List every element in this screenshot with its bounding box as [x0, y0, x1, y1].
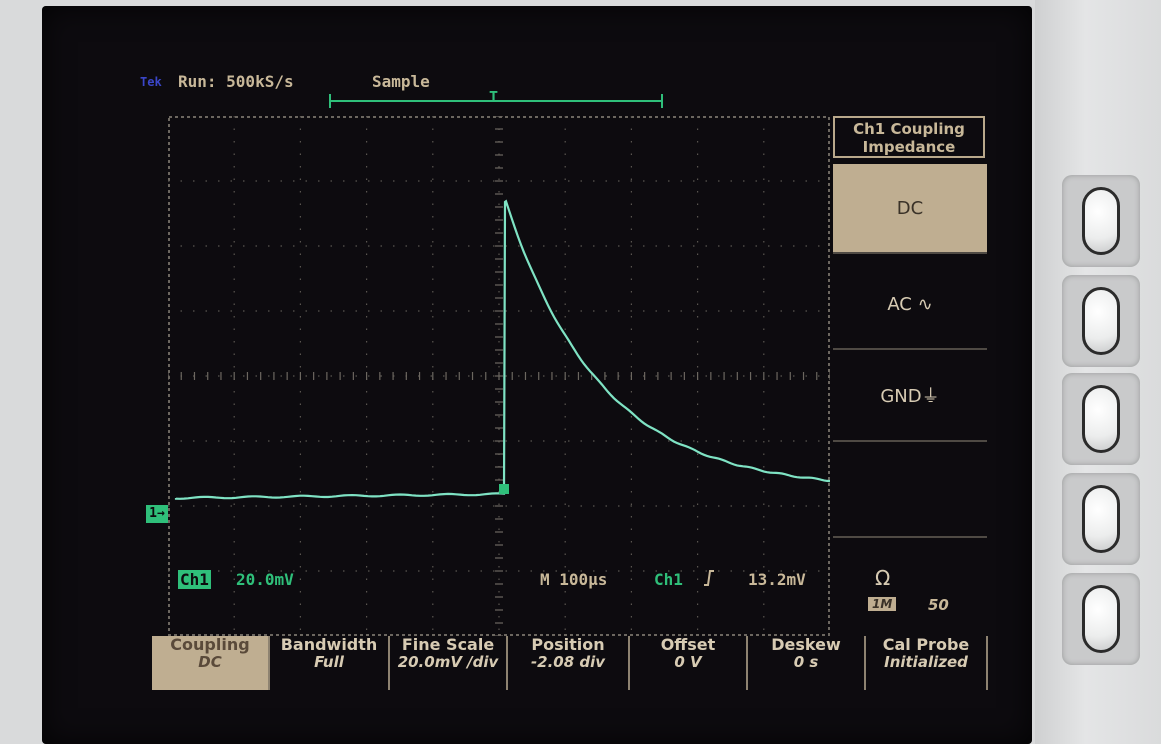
impedance-1m-tag[interactable]: 1M [868, 597, 897, 611]
menu-coupling-label: Coupling [170, 635, 250, 654]
side-menu-empty-slot [833, 446, 987, 538]
menu-position-label: Position [531, 635, 605, 654]
channel-1-ground-marker: 1→ [146, 505, 168, 523]
side-menu-title-line1: Ch1 Coupling [853, 120, 965, 138]
impedance-omega-icon[interactable]: Ω [875, 566, 890, 590]
menu-offset[interactable]: Offset 0 V [630, 636, 748, 690]
menu-deskew[interactable]: Deskew 0 s [748, 636, 866, 690]
menu-bandwidth-value: Full [314, 653, 344, 671]
trigger-source: Ch1 [654, 570, 683, 589]
coupling-ac-option[interactable]: AC ∿ [833, 260, 987, 350]
menu-offset-value: 0 V [674, 653, 702, 671]
menu-coupling-value: DC [198, 653, 222, 671]
channel-1-tag: Ch1 [178, 570, 211, 589]
menu-cal-probe-label: Cal Probe [882, 635, 970, 654]
side-menu-title-line2: Impedance [862, 138, 956, 156]
side-button-1[interactable] [1082, 187, 1120, 255]
timebase: M 100µs [540, 570, 608, 589]
volts-per-div: 20.0mV [236, 570, 294, 589]
side-button-5[interactable] [1082, 585, 1120, 653]
menu-cal-probe-value: Initialized [884, 653, 968, 671]
menu-fine-scale-label: Fine Scale [401, 635, 495, 654]
trigger-level: 13.2mV [748, 570, 806, 589]
record-bar-right-bracket [661, 94, 663, 108]
menu-deskew-value: 0 s [793, 653, 819, 671]
trigger-level-marker [499, 484, 509, 494]
tek-mode-indicator: Tek [140, 75, 162, 89]
menu-bandwidth[interactable]: Bandwidth Full [270, 636, 390, 690]
side-button-3[interactable] [1082, 385, 1120, 453]
menu-position[interactable]: Position -2.08 div [508, 636, 630, 690]
menu-coupling[interactable]: Coupling DC [152, 636, 270, 690]
side-menu-title: Ch1 Coupling Impedance [833, 116, 985, 158]
menu-deskew-label: Deskew [771, 635, 841, 654]
rising-edge-icon [703, 570, 715, 590]
impedance-50-option[interactable]: 50 [928, 596, 949, 614]
acquisition-mode: Sample [372, 72, 430, 91]
graticule [168, 116, 830, 636]
trigger-position-marker: T [489, 88, 499, 106]
menu-fine-scale[interactable]: Fine Scale 20.0mV /div [390, 636, 508, 690]
coupling-dc-option[interactable]: DC [833, 164, 987, 254]
side-button-4[interactable] [1082, 485, 1120, 553]
side-button-2[interactable] [1082, 287, 1120, 355]
menu-fine-scale-value: 20.0mV /div [397, 653, 499, 671]
menu-bandwidth-label: Bandwidth [280, 635, 378, 654]
run-status: Run: 500kS/s [178, 72, 294, 91]
menu-offset-label: Offset [660, 635, 716, 654]
record-bar-left-bracket [329, 94, 331, 108]
menu-position-value: -2.08 div [530, 653, 606, 671]
coupling-gnd-option[interactable]: GND⏚ [833, 352, 987, 442]
menu-cal-probe[interactable]: Cal Probe Initialized [866, 636, 988, 690]
